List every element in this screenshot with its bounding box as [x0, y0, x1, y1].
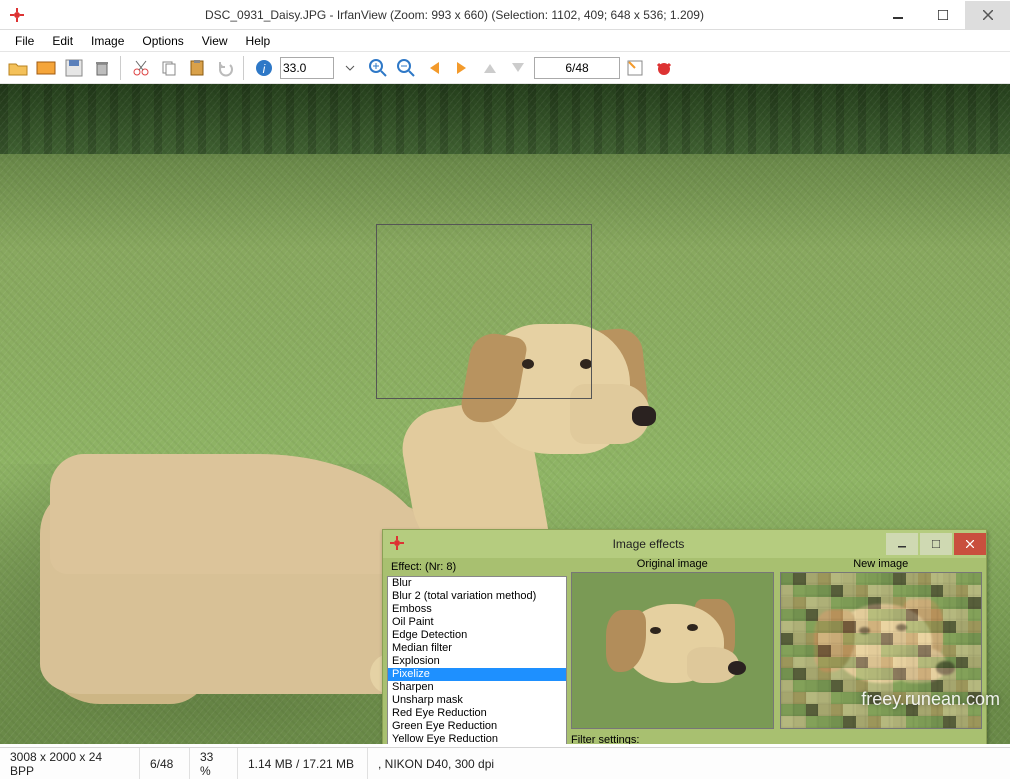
- image-canvas[interactable]: Image effects Effect: (Nr: 8) BlurBlur 2…: [0, 84, 1010, 744]
- open-icon[interactable]: [6, 56, 30, 80]
- dialog-app-icon: [389, 535, 407, 553]
- dialog-title: Image effects: [413, 537, 884, 551]
- statusbar: 3008 x 2000 x 24 BPP 6/48 33 % 1.14 MB /…: [0, 747, 1010, 779]
- slideshow-icon[interactable]: [34, 56, 58, 80]
- effect-item[interactable]: Red Eye Reduction: [388, 707, 566, 720]
- app-icon: [8, 6, 26, 24]
- info-icon[interactable]: i: [252, 56, 276, 80]
- status-page: 6/48: [140, 748, 190, 779]
- effect-item[interactable]: Blur 2 (total variation method): [388, 590, 566, 603]
- zoom-dropdown-icon[interactable]: [338, 56, 362, 80]
- effect-item[interactable]: Edge Detection: [388, 629, 566, 642]
- delete-icon[interactable]: [90, 56, 114, 80]
- filter-settings-label: Filter settings:: [571, 731, 982, 744]
- effect-item[interactable]: Explosion: [388, 655, 566, 668]
- status-zoom: 33 %: [190, 748, 238, 779]
- effect-item[interactable]: Unsharp mask: [388, 694, 566, 707]
- status-sizes: 1.14 MB / 17.21 MB: [238, 748, 368, 779]
- scan-icon[interactable]: [624, 56, 648, 80]
- menu-help[interactable]: Help: [237, 32, 280, 50]
- original-preview: [571, 572, 774, 729]
- undo-icon[interactable]: [213, 56, 237, 80]
- effect-item[interactable]: Green Eye Reduction: [388, 720, 566, 733]
- minimize-button[interactable]: [875, 1, 920, 29]
- effect-item[interactable]: Yellow Eye Reduction: [388, 733, 566, 744]
- dialog-maximize-button[interactable]: [920, 533, 952, 555]
- zoom-input[interactable]: [280, 57, 334, 79]
- toolbar: i: [0, 52, 1010, 84]
- effect-item[interactable]: Sharpen: [388, 681, 566, 694]
- status-camera: , NIKON D40, 300 dpi: [368, 748, 1010, 779]
- dialog-close-button[interactable]: [954, 533, 986, 555]
- page-input[interactable]: [534, 57, 620, 79]
- effect-label: Effect: (Nr: 8): [387, 558, 567, 576]
- menu-view[interactable]: View: [193, 32, 237, 50]
- effect-item[interactable]: Blur: [388, 577, 566, 590]
- new-image-label: New image: [780, 558, 983, 570]
- irfan-cat-icon[interactable]: [652, 56, 676, 80]
- image-effects-dialog: Image effects Effect: (Nr: 8) BlurBlur 2…: [382, 529, 987, 744]
- window-title: DSC_0931_Daisy.JPG - IrfanView (Zoom: 99…: [34, 8, 875, 22]
- menu-image[interactable]: Image: [82, 32, 133, 50]
- selection-rectangle[interactable]: [376, 224, 592, 399]
- effect-item[interactable]: Emboss: [388, 603, 566, 616]
- next-page-icon[interactable]: [506, 56, 530, 80]
- next-image-icon[interactable]: [450, 56, 474, 80]
- zoom-in-icon[interactable]: [366, 56, 390, 80]
- menubar: File Edit Image Options View Help: [0, 30, 1010, 52]
- zoom-out-icon[interactable]: [394, 56, 418, 80]
- dialog-minimize-button[interactable]: [886, 533, 918, 555]
- effect-item[interactable]: Pixelize: [388, 668, 566, 681]
- menu-file[interactable]: File: [6, 32, 43, 50]
- close-button[interactable]: [965, 1, 1010, 29]
- menu-edit[interactable]: Edit: [43, 32, 82, 50]
- original-image-label: Original image: [571, 558, 774, 570]
- watermark: freey.runean.com: [861, 689, 1000, 710]
- effect-list[interactable]: BlurBlur 2 (total variation method)Embos…: [387, 576, 567, 744]
- effect-item[interactable]: Median filter: [388, 642, 566, 655]
- svg-text:i: i: [263, 62, 266, 76]
- paste-icon[interactable]: [185, 56, 209, 80]
- cut-icon[interactable]: [129, 56, 153, 80]
- maximize-button[interactable]: [920, 1, 965, 29]
- prev-image-icon[interactable]: [422, 56, 446, 80]
- dialog-titlebar[interactable]: Image effects: [383, 530, 986, 558]
- prev-page-icon[interactable]: [478, 56, 502, 80]
- save-icon[interactable]: [62, 56, 86, 80]
- window-titlebar: DSC_0931_Daisy.JPG - IrfanView (Zoom: 99…: [0, 0, 1010, 30]
- effect-item[interactable]: Oil Paint: [388, 616, 566, 629]
- menu-options[interactable]: Options: [133, 32, 192, 50]
- status-dimensions: 3008 x 2000 x 24 BPP: [0, 748, 140, 779]
- copy-icon[interactable]: [157, 56, 181, 80]
